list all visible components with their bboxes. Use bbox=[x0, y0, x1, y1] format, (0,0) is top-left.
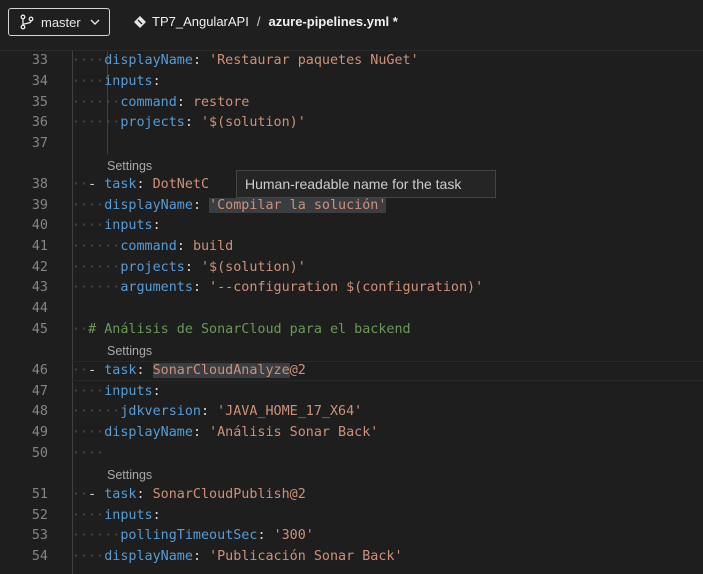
code-line[interactable]: 42 ······projects: '$(solution)' bbox=[0, 258, 703, 279]
code-line[interactable]: 54 ····displayName: 'Publicación Sonar B… bbox=[0, 547, 703, 568]
code-line[interactable]: 47 ····inputs: bbox=[0, 382, 703, 403]
breadcrumb: TP7_AngularAPI / azure-pipelines.yml * bbox=[133, 14, 398, 29]
code-line[interactable]: 45 ··# Análisis de SonarCloud para el ba… bbox=[0, 320, 703, 341]
code-line[interactable]: 34 ····inputs: bbox=[0, 72, 703, 93]
code-line[interactable]: 48 ······jdkversion: 'JAVA_HOME_17_X64' bbox=[0, 402, 703, 423]
code-line[interactable]: 36 ······projects: '$(solution)' bbox=[0, 113, 703, 134]
chevron-down-icon bbox=[90, 19, 100, 25]
line-number: 39 bbox=[31, 198, 48, 213]
line-number: 44 bbox=[31, 301, 48, 316]
code-line[interactable]: 40 ····inputs: bbox=[0, 216, 703, 237]
line-number: 48 bbox=[31, 404, 48, 419]
code-line[interactable]: 39 ····displayName: 'Compilar la solució… bbox=[0, 196, 703, 217]
line-number: 54 bbox=[31, 549, 48, 564]
line-number: 52 bbox=[31, 508, 48, 523]
repository-icon bbox=[134, 15, 146, 28]
line-number: 40 bbox=[31, 218, 48, 233]
breadcrumb-file[interactable]: azure-pipelines.yml * bbox=[268, 14, 397, 29]
code-line[interactable]: 44 bbox=[0, 299, 703, 320]
line-number: 46 bbox=[31, 363, 48, 378]
code-line[interactable]: 35 ······command: restore bbox=[0, 93, 703, 114]
line-number: 34 bbox=[31, 74, 48, 89]
code-line[interactable]: 51 ··- task: SonarCloudPublish@2 bbox=[0, 485, 703, 506]
breadcrumb-separator: / bbox=[256, 14, 261, 29]
codelens-settings[interactable]: Settings bbox=[107, 465, 152, 485]
code-line[interactable]: 43 ······arguments: '--configuration $(c… bbox=[0, 278, 703, 299]
hover-tooltip: Human-readable name for the task bbox=[236, 170, 496, 198]
top-bar: master TP7_AngularAPI / azure-pipelines.… bbox=[0, 0, 703, 51]
line-number: 53 bbox=[31, 528, 48, 543]
code-line[interactable]: 52 ····inputs: bbox=[0, 506, 703, 527]
line-number: 50 bbox=[31, 446, 48, 461]
line-number: 38 bbox=[31, 177, 48, 192]
line-number: 36 bbox=[31, 115, 48, 130]
codelens-settings[interactable]: Settings bbox=[107, 341, 152, 361]
code-editor[interactable]: 33 ····displayName: 'Restaurar paquetes … bbox=[0, 51, 703, 574]
line-number: 37 bbox=[31, 136, 48, 151]
line-number: 41 bbox=[31, 239, 48, 254]
line-number: 33 bbox=[31, 53, 48, 68]
code-line[interactable]: 49 ····displayName: 'Análisis Sonar Back… bbox=[0, 423, 703, 444]
line-number: 42 bbox=[31, 260, 48, 275]
breadcrumb-repo[interactable]: TP7_AngularAPI bbox=[152, 14, 249, 29]
line-number: 49 bbox=[31, 425, 48, 440]
line-number: 35 bbox=[31, 95, 48, 110]
code-line[interactable]: 37 bbox=[0, 134, 703, 155]
branch-selector-button[interactable]: master bbox=[8, 8, 110, 36]
code-line[interactable]: 46 ··- task: SonarCloudAnalyze@2 bbox=[0, 361, 703, 382]
codelens-settings[interactable]: Settings bbox=[107, 156, 152, 176]
line-number: 43 bbox=[31, 280, 48, 295]
line-number: 47 bbox=[31, 384, 48, 399]
line-number: 45 bbox=[31, 322, 48, 337]
code-line[interactable]: 41 ······command: build bbox=[0, 237, 703, 258]
git-branch-icon bbox=[20, 14, 34, 30]
line-number: 51 bbox=[31, 487, 48, 502]
code-line[interactable]: 33 ····displayName: 'Restaurar paquetes … bbox=[0, 51, 703, 72]
code-line[interactable]: 53 ······pollingTimeoutSec: '300' bbox=[0, 526, 703, 547]
code-line[interactable]: 50 ···· bbox=[0, 444, 703, 465]
branch-label: master bbox=[41, 14, 81, 30]
